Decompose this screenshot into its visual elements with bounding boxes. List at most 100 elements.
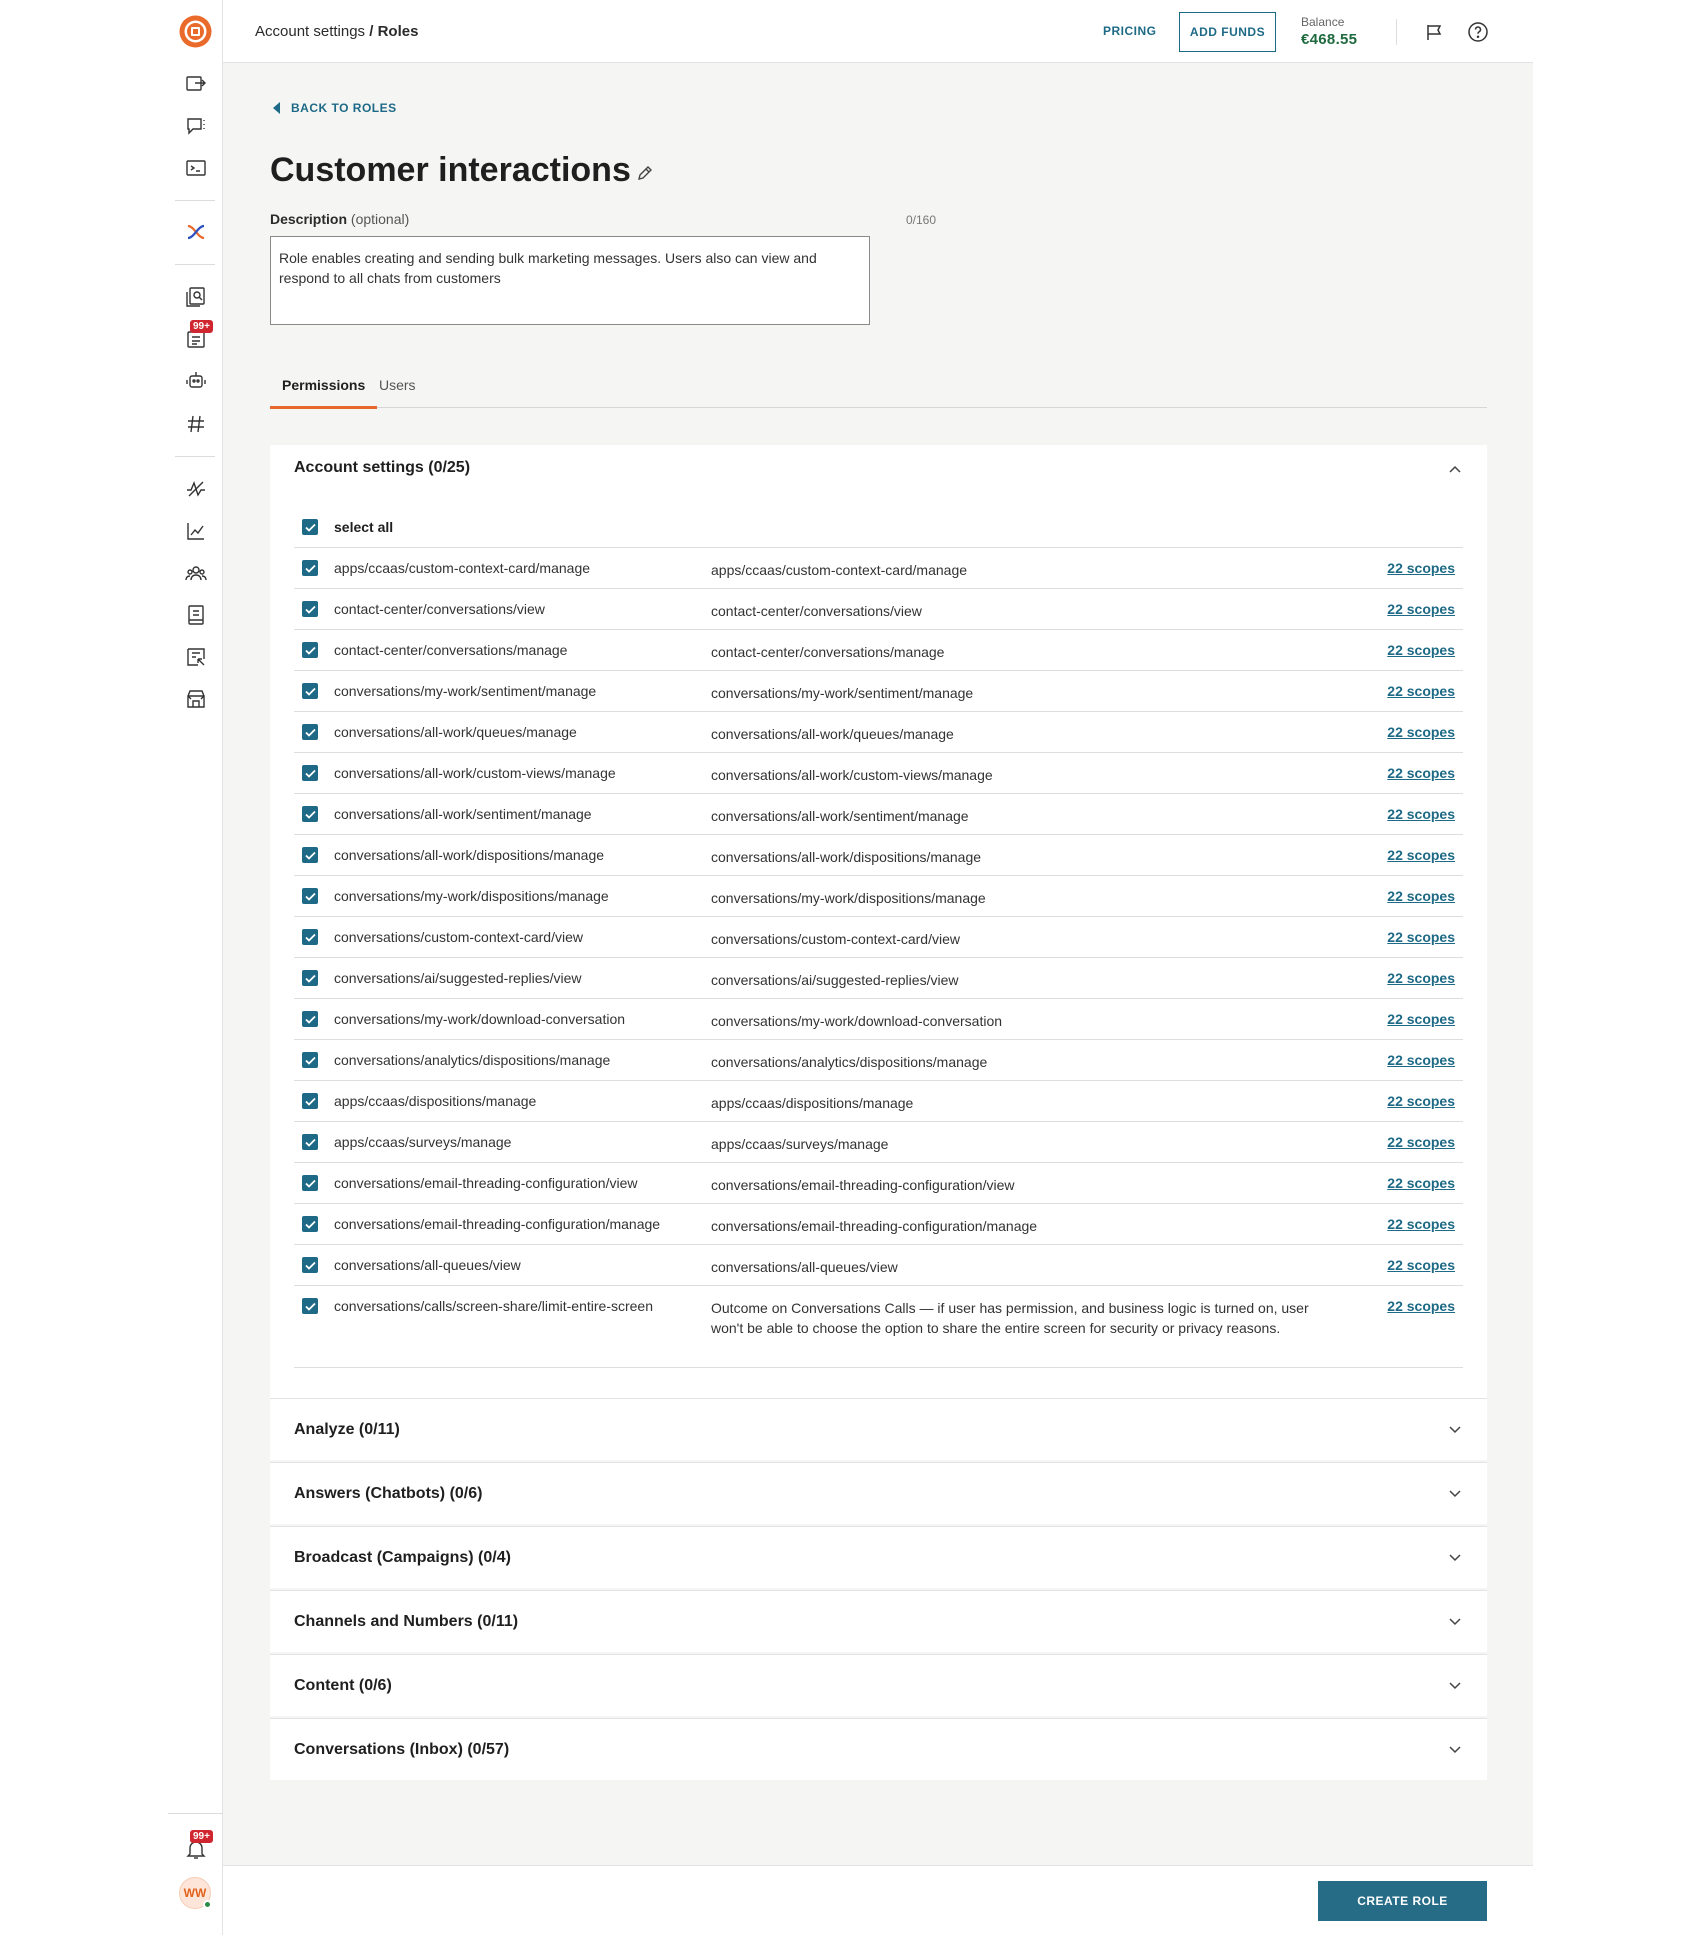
add-funds-button[interactable]: ADD FUNDS — [1179, 12, 1276, 52]
accordion-title: Answers (Chatbots) (0/6) — [294, 1485, 483, 1502]
logo-icon[interactable] — [179, 15, 212, 48]
document-search-icon[interactable] — [182, 283, 209, 310]
permission-checkbox[interactable] — [302, 765, 318, 781]
scopes-link[interactable]: 22 scopes — [1387, 1298, 1455, 1314]
account-settings-accordion-header[interactable]: Account settings (0/25) — [270, 445, 1487, 507]
scopes-link[interactable]: 22 scopes — [1387, 847, 1455, 863]
scopes-link[interactable]: 22 scopes — [1387, 1257, 1455, 1273]
permission-checkbox[interactable] — [302, 1011, 318, 1027]
permission-description: conversations/my-work/dispositions/manag… — [711, 890, 986, 906]
pricing-button[interactable]: PRICING — [1103, 24, 1157, 38]
permission-name: conversations/my-work/sentiment/manage — [334, 683, 597, 699]
scopes-link[interactable]: 22 scopes — [1387, 888, 1455, 904]
scopes-link[interactable]: 22 scopes — [1387, 1216, 1455, 1232]
terminal-icon[interactable] — [182, 154, 209, 181]
scopes-link[interactable]: 22 scopes — [1387, 560, 1455, 576]
chevron-down-icon — [1449, 1682, 1461, 1690]
book-icon[interactable] — [182, 601, 209, 628]
account-settings-panel: Account settings (0/25) select all apps/… — [270, 445, 1487, 1398]
table-row: contact-center/conversations/view contact… — [294, 589, 1463, 630]
accordion-section[interactable]: Channels and Numbers (0/11) — [270, 1590, 1487, 1652]
permission-name: conversations/my-work/dispositions/manag… — [334, 888, 609, 904]
permission-checkbox[interactable] — [302, 888, 318, 904]
create-role-button[interactable]: CREATE ROLE — [1318, 1881, 1487, 1921]
permission-checkbox[interactable] — [302, 1175, 318, 1191]
accordion-section[interactable]: Conversations (Inbox) (0/57) — [270, 1718, 1487, 1780]
table-row: contact-center/conversations/manage conta… — [294, 630, 1463, 671]
permission-name: contact-center/conversations/view — [334, 601, 545, 617]
description-label: Description (optional) — [270, 211, 409, 227]
accordion-section[interactable]: Broadcast (Campaigns) (0/4) — [270, 1526, 1487, 1588]
permission-name: conversations/ai/suggested-replies/view — [334, 970, 582, 986]
permission-description: conversations/all-work/custom-views/mana… — [711, 767, 993, 783]
permission-checkbox[interactable] — [302, 1134, 318, 1150]
description-label-text: Description — [270, 211, 348, 227]
permission-checkbox[interactable] — [302, 683, 318, 699]
chevron-down-icon — [1449, 1490, 1461, 1498]
permission-checkbox[interactable] — [302, 929, 318, 945]
megaphone-icon[interactable] — [1423, 19, 1449, 45]
bot-icon[interactable] — [182, 367, 209, 394]
scopes-link[interactable]: 22 scopes — [1387, 601, 1455, 617]
sidebar-divider — [175, 456, 215, 457]
permission-checkbox[interactable] — [302, 1257, 318, 1273]
scopes-link[interactable]: 22 scopes — [1387, 642, 1455, 658]
scopes-link[interactable]: 22 scopes — [1387, 1011, 1455, 1027]
scopes-link[interactable]: 22 scopes — [1387, 1093, 1455, 1109]
permission-checkbox[interactable] — [302, 806, 318, 822]
check-icon — [304, 851, 316, 860]
scopes-link[interactable]: 22 scopes — [1387, 1134, 1455, 1150]
accordion-section[interactable]: Content (0/6) — [270, 1654, 1487, 1716]
report-icon[interactable] — [182, 643, 209, 670]
notification-badge: 99+ — [190, 1830, 213, 1843]
permission-description: conversations/all-work/sentiment/manage — [711, 808, 969, 824]
scopes-link[interactable]: 22 scopes — [1387, 806, 1455, 822]
people-icon[interactable] — [182, 559, 209, 586]
permission-checkbox[interactable] — [302, 1298, 318, 1314]
export-icon[interactable] — [182, 70, 209, 97]
chat-icon[interactable] — [182, 112, 209, 139]
permission-checkbox[interactable] — [302, 1093, 318, 1109]
breadcrumb: Account settings / Roles — [255, 23, 418, 40]
permission-description: apps/ccaas/custom-context-card/manage — [711, 562, 968, 578]
permission-checkbox[interactable] — [302, 642, 318, 658]
help-icon[interactable] — [1465, 19, 1491, 45]
scopes-link[interactable]: 22 scopes — [1387, 929, 1455, 945]
edit-icon[interactable] — [635, 163, 655, 183]
permission-checkbox[interactable] — [302, 560, 318, 576]
header-divider — [1396, 19, 1397, 45]
accordion-section[interactable]: Answers (Chatbots) (0/6) — [270, 1462, 1487, 1524]
scopes-link[interactable]: 22 scopes — [1387, 1175, 1455, 1191]
permission-checkbox[interactable] — [302, 847, 318, 863]
scopes-link[interactable]: 22 scopes — [1387, 683, 1455, 699]
permission-checkbox[interactable] — [302, 1052, 318, 1068]
accordion-section[interactable]: Analyze (0/11) — [270, 1398, 1487, 1460]
pulse-icon[interactable] — [182, 475, 209, 502]
permission-checkbox[interactable] — [302, 970, 318, 986]
scopes-link[interactable]: 22 scopes — [1387, 765, 1455, 781]
tab-permissions[interactable]: Permissions — [270, 377, 378, 409]
permission-name: conversations/custom-context-card/view — [334, 929, 583, 945]
scopes-link[interactable]: 22 scopes — [1387, 724, 1455, 740]
permission-checkbox[interactable] — [302, 1216, 318, 1232]
check-icon — [304, 1179, 316, 1188]
analytics-icon[interactable] — [182, 517, 209, 544]
tab-users[interactable]: Users — [367, 377, 428, 408]
hashtag-icon[interactable] — [182, 410, 209, 437]
breadcrumb-parent[interactable]: Account settings — [255, 23, 365, 40]
table-row: conversations/all-work/dispositions/mana… — [294, 835, 1463, 876]
permission-description: conversations/email-threading-configurat… — [711, 1177, 1015, 1193]
select-all-checkbox[interactable] — [302, 519, 318, 535]
permission-name: apps/ccaas/custom-context-card/manage — [334, 560, 591, 576]
description-textarea[interactable]: Role enables creating and sending bulk m… — [270, 236, 870, 325]
flow-icon[interactable] — [182, 218, 209, 245]
store-icon[interactable] — [182, 685, 209, 712]
permission-checkbox[interactable] — [302, 724, 318, 740]
top-header: Account settings / Roles PRICING ADD FUN… — [223, 0, 1533, 63]
check-icon — [304, 646, 316, 655]
scopes-link[interactable]: 22 scopes — [1387, 970, 1455, 986]
permission-checkbox[interactable] — [302, 601, 318, 617]
back-to-roles-link[interactable]: BACK TO ROLES — [273, 101, 397, 115]
accordion-title: Conversations (Inbox) (0/57) — [294, 1741, 510, 1758]
scopes-link[interactable]: 22 scopes — [1387, 1052, 1455, 1068]
